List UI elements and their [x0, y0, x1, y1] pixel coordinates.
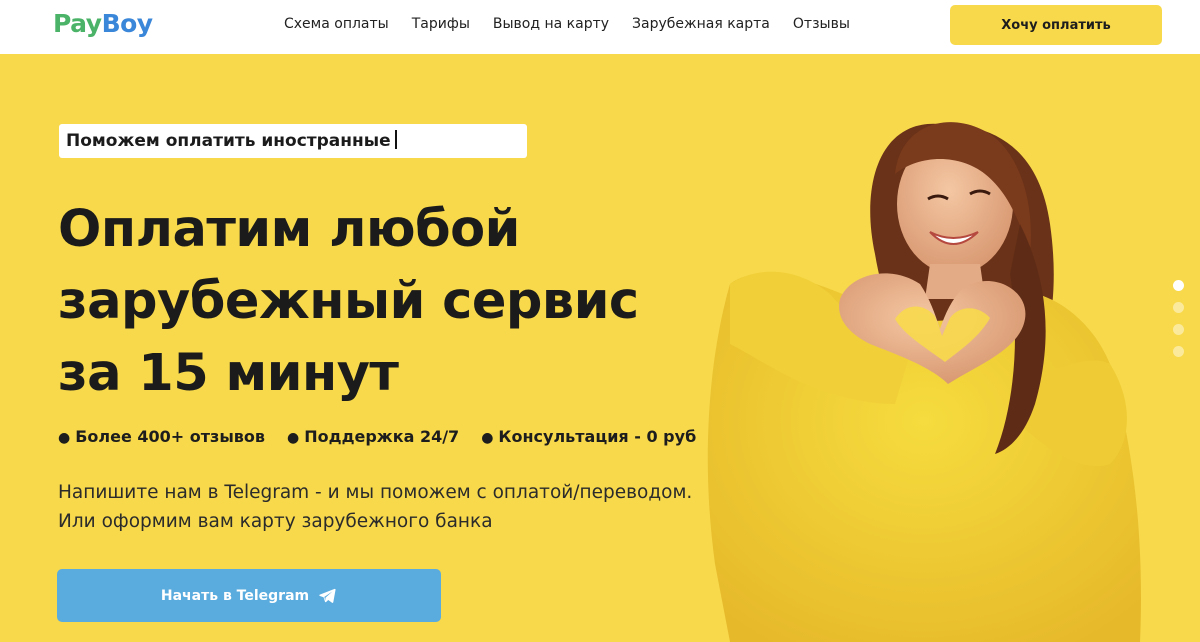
nav-payment-scheme[interactable]: Схема оплаты — [284, 16, 389, 32]
hero-headline: Оплатим любой зарубежный сервис за 15 ми… — [58, 194, 718, 410]
bullet-text: Консультация - 0 руб — [498, 427, 697, 446]
site-header: PayBoy Схема оплаты Тарифы Вывод на карт… — [0, 0, 1200, 54]
headline-line-2: зарубежный сервис — [58, 272, 639, 331]
logo[interactable]: PayBoy — [53, 9, 153, 38]
want-to-pay-button[interactable]: Хочу оплатить — [950, 5, 1162, 45]
hero-description: Напишите нам в Telegram - и мы поможем с… — [58, 478, 738, 536]
nav-reviews[interactable]: Отзывы — [793, 16, 850, 32]
headline-line-1: Оплатим любой — [58, 200, 520, 259]
slider-dot-2[interactable] — [1173, 302, 1184, 313]
slider-dot-4[interactable] — [1173, 346, 1184, 357]
bullet-text: Поддержка 24/7 — [304, 427, 460, 446]
slider-dot-3[interactable] — [1173, 324, 1184, 335]
typing-text: Поможем оплатить иностранные — [66, 131, 391, 151]
headline-line-3: за 15 минут — [58, 344, 399, 403]
feature-bullets: ● Более 400+ отзывов ● Поддержка 24/7 ● Кон… — [58, 427, 696, 446]
description-line-1: Напишите нам в Telegram - и мы поможем с… — [58, 482, 693, 503]
main-nav: Схема оплаты Тарифы Вывод на карту Заруб… — [284, 16, 850, 32]
bullet-dot: ● — [287, 430, 300, 446]
slider-dot-1[interactable] — [1173, 280, 1184, 291]
nav-withdraw-to-card[interactable]: Вывод на карту — [493, 16, 609, 32]
hero-woman-photo — [707, 122, 1141, 642]
start-telegram-label: Начать в Telegram — [160, 587, 310, 604]
telegram-icon — [319, 588, 336, 603]
bullet-consultation: ● Консультация - 0 руб — [481, 427, 696, 446]
slider-dots — [1173, 280, 1184, 357]
nav-foreign-card[interactable]: Зарубежная карта — [632, 16, 770, 32]
description-line-2: Или оформим вам карту зарубежного банка — [58, 511, 493, 532]
bullet-dot: ● — [58, 430, 71, 446]
start-telegram-button[interactable]: Начать в Telegram — [57, 569, 441, 622]
bullet-support: ● Поддержка 24/7 — [287, 427, 459, 446]
bullet-text: Более 400+ отзывов — [75, 427, 266, 446]
bullet-dot: ● — [481, 430, 494, 446]
text-caret — [394, 130, 397, 149]
logo-boy: Boy — [101, 9, 154, 38]
nav-tariffs[interactable]: Тарифы — [412, 16, 470, 32]
bullet-reviews: ● Более 400+ отзывов — [58, 427, 265, 446]
hero-section: Поможем оплатить иностранные Оплатим люб… — [0, 54, 1200, 642]
typing-text-box: Поможем оплатить иностранные — [59, 124, 527, 158]
logo-pay: Pay — [53, 9, 102, 38]
